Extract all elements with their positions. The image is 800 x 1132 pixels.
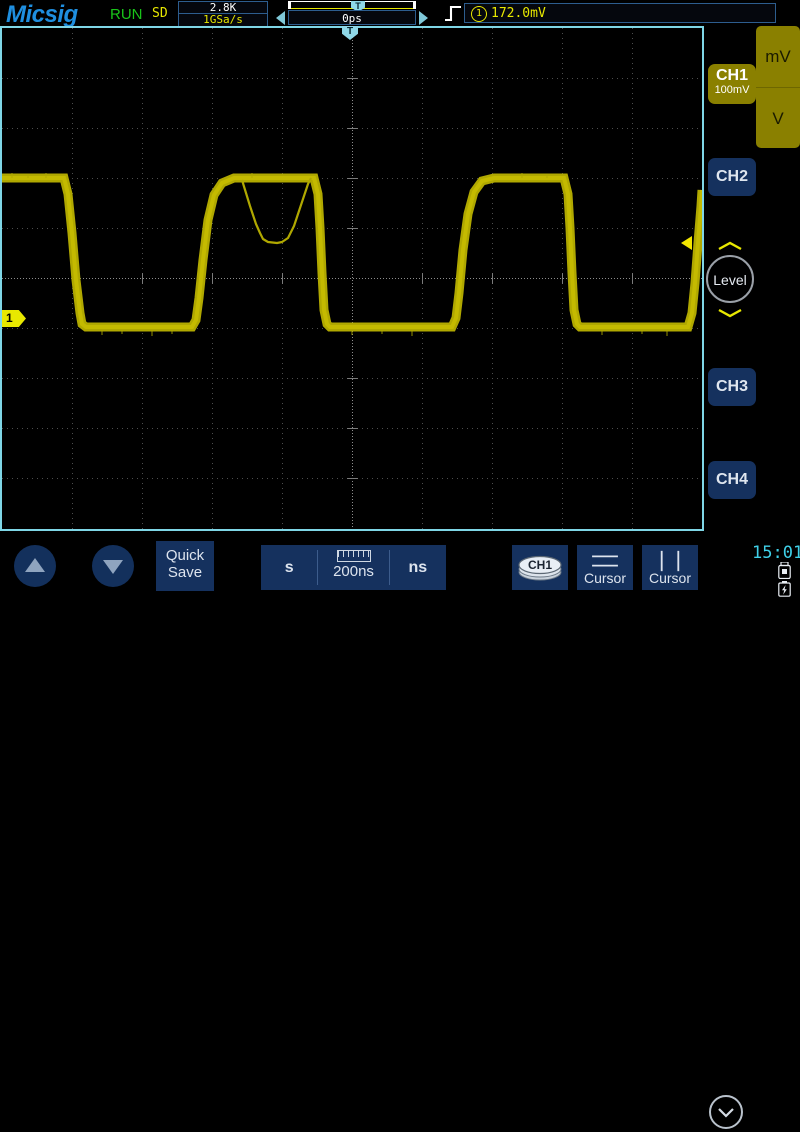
brand-logo: Micsig [6,1,78,29]
ch1-label: CH1 [708,67,756,85]
unit-mv-button[interactable]: mV [756,26,800,88]
ch1-scale: 100mV [708,84,756,96]
trigger-info-box[interactable]: 1 172.0mV [464,3,776,23]
channel-stack-button[interactable]: CH1 [512,545,568,590]
timebase-control[interactable]: s 200ns ns [261,545,446,590]
rising-edge-icon [444,4,462,22]
svg-text:CH1: CH1 [528,558,552,572]
storage-label: SD [152,6,168,21]
waveform-display-area[interactable]: T 1 [0,26,704,531]
up-arrow-icon [25,558,45,572]
sample-rate-value: 1GSa/s [179,14,267,25]
menu-expand-button[interactable] [709,1095,743,1129]
trigger-position-scale: T [288,1,416,9]
trigger-source-badge: 1 [471,6,487,22]
unit-selector[interactable]: mV V [756,26,800,148]
run-state-label: RUN [110,6,143,23]
ruler-icon [337,550,371,562]
bottom-toolbar: Quick Save s 200ns ns CH1 [0,531,800,600]
vertical-cursor-button[interactable]: Cursor [642,545,698,590]
timebase-value-button[interactable]: 200ns [318,545,388,590]
system-clock: 15:01 [752,543,800,563]
down-arrow-icon [103,560,123,574]
ch3-label: CH3 [716,378,748,395]
ch1-waveform-trace [2,28,702,529]
ch4-label: CH4 [716,471,748,488]
timebase-value: 200ns [333,563,374,580]
channel-button-ch2[interactable]: CH2 [708,158,756,196]
trigger-position-value[interactable]: 0ps [288,10,416,25]
chevron-down-icon[interactable] [714,308,746,318]
chevron-down-icon [711,1097,741,1127]
trigger-level-knob[interactable]: Level [706,255,754,303]
trigger-position-control[interactable]: T 0ps [276,1,428,25]
horizontal-cursor-button[interactable]: Cursor [577,545,633,590]
right-arrow-icon[interactable] [419,11,428,25]
left-arrow-icon[interactable] [276,11,285,25]
acquisition-info-box[interactable]: 2.8K 1GSa/s [178,1,268,27]
channel-button-ch1[interactable]: CH1 100mV [708,64,756,104]
fine-up-button[interactable] [14,545,56,587]
oscilloscope-screen: Micsig RUN SD 2.8K 1GSa/s T 0ps 1 172.0mV [0,0,800,600]
layers-icon: CH1 [512,545,568,590]
quick-save-line1: Quick [156,547,214,564]
chevron-up-icon[interactable] [714,241,746,251]
trigger-level-value: 172.0mV [491,6,546,21]
channel-button-ch3[interactable]: CH3 [708,368,756,406]
unit-v-button[interactable]: V [756,88,800,149]
usb-drive-icon [778,562,791,579]
battery-charging-icon [778,581,791,597]
channel-button-ch4[interactable]: CH4 [708,461,756,499]
horizontal-cursor-label: Cursor [577,570,633,586]
quick-save-button[interactable]: Quick Save [156,541,214,591]
fine-down-button[interactable] [92,545,134,587]
trigger-level-marker[interactable] [681,236,692,250]
timebase-unit-ns-button[interactable]: ns [390,545,446,590]
quick-save-line2: Save [156,564,214,581]
grid-canvas [2,28,702,529]
vertical-cursor-label: Cursor [642,570,698,586]
ch2-label: CH2 [716,168,748,185]
timebase-unit-s-button[interactable]: s [261,545,317,590]
top-status-bar: Micsig RUN SD 2.8K 1GSa/s T 0ps 1 172.0mV [0,0,800,26]
